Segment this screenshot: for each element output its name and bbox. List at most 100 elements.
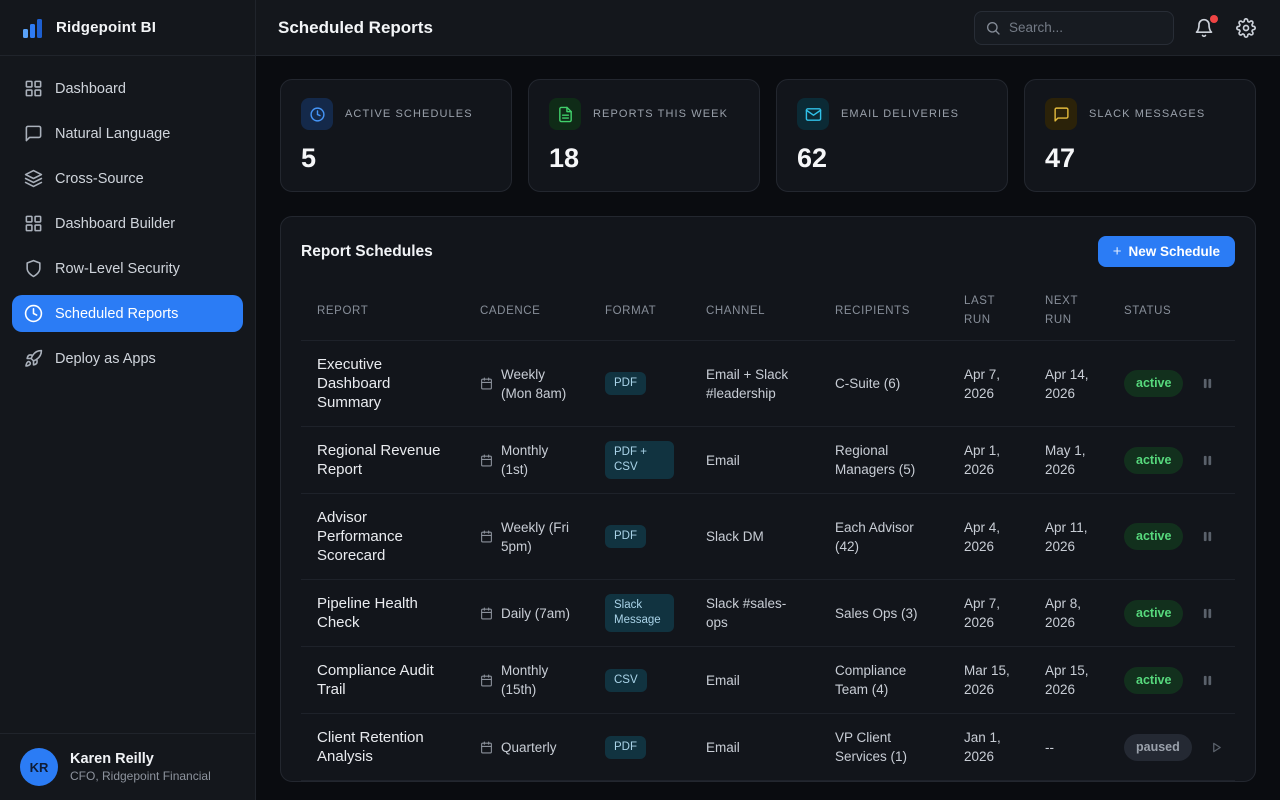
calendar-icon (480, 530, 493, 543)
calendar-icon (480, 674, 493, 687)
report-name: Executive Dashboard Summary (301, 341, 464, 426)
brand-name: Ridgepoint BI (56, 19, 156, 36)
stat-value: 62 (797, 143, 987, 174)
status-badge: active (1124, 600, 1183, 627)
search-icon (985, 20, 1001, 36)
stat-card-slack-messages: SLACK MESSAGES 47 (1024, 79, 1256, 192)
cadence-cell: Monthly (1st) (464, 427, 589, 493)
last-run-cell: Apr 7, 2026 (948, 351, 1029, 417)
stat-label: SLACK MESSAGES (1089, 108, 1205, 120)
stat-value: 5 (301, 143, 491, 174)
sidebar-item-label: Dashboard (55, 81, 126, 97)
sidebar-item-label: Deploy as Apps (55, 351, 156, 367)
sidebar-item-row-level-security[interactable]: Row-Level Security (12, 250, 243, 287)
calendar-icon (480, 607, 493, 620)
pause-button[interactable] (1200, 453, 1215, 468)
pause-button[interactable] (1200, 606, 1215, 621)
pause-button[interactable] (1200, 376, 1215, 391)
chat-icon (24, 124, 43, 143)
pause-button[interactable] (1200, 529, 1215, 544)
sidebar-nav: Dashboard Natural Language Cross-Source … (0, 56, 255, 385)
file-text-icon (549, 98, 581, 130)
next-run-cell: Apr 8, 2026 (1029, 580, 1108, 646)
sidebar-item-natural-language[interactable]: Natural Language (12, 115, 243, 152)
sidebar-item-scheduled-reports[interactable]: Scheduled Reports (12, 295, 243, 332)
sidebar-item-label: Natural Language (55, 126, 170, 142)
column-header-recipients: RECIPIENTS (819, 292, 948, 331)
panel-title: Report Schedules (301, 243, 433, 261)
table-row: Advisor Performance ScorecardWeekly (Fri… (301, 494, 1235, 580)
status-badge: active (1124, 667, 1183, 694)
pause-icon (1202, 531, 1213, 542)
last-run-cell: Apr 1, 2026 (948, 427, 1029, 493)
report-schedules-panel: Report Schedules + New Schedule REPORT C… (280, 216, 1256, 782)
stat-card-reports-this-week: REPORTS THIS WEEK 18 (528, 79, 760, 192)
sidebar: Ridgepoint BI Dashboard Natural Language… (0, 0, 256, 800)
gear-icon (1236, 18, 1256, 38)
clock-icon (24, 304, 43, 323)
stat-cards: ACTIVE SCHEDULES 5 REPORTS THIS WEEK 18 (280, 79, 1256, 192)
new-schedule-button[interactable]: + New Schedule (1098, 236, 1235, 267)
sidebar-item-label: Cross-Source (55, 171, 144, 187)
format-badge: PDF (605, 525, 646, 548)
table-header-row: REPORT CADENCE FORMAT CHANNEL RECIPIENTS… (301, 282, 1235, 341)
last-run-cell: Apr 7, 2026 (948, 580, 1029, 646)
pause-icon (1202, 608, 1213, 619)
user-profile[interactable]: KR Karen Reilly CFO, Ridgepoint Financia… (0, 733, 255, 800)
user-role: CFO, Ridgepoint Financial (70, 769, 211, 783)
column-header-format: FORMAT (589, 292, 690, 331)
report-name: Pipeline Health Check (301, 580, 464, 646)
report-name: Compliance Audit Trail (301, 647, 464, 713)
sidebar-item-deploy-as-apps[interactable]: Deploy as Apps (12, 340, 243, 377)
recipients-cell: Each Advisor (42) (819, 504, 948, 570)
last-run-cell: Mar 15, 2026 (948, 647, 1029, 713)
cadence-cell: Weekly (Fri 5pm) (464, 504, 589, 570)
recipients-cell: Sales Ops (3) (819, 590, 948, 637)
next-run-cell: Apr 11, 2026 (1029, 504, 1108, 570)
status-badge: active (1124, 523, 1183, 550)
column-header-channel: CHANNEL (690, 292, 819, 331)
sidebar-item-label: Row-Level Security (55, 261, 180, 277)
report-name: Client Retention Analysis (301, 714, 464, 780)
channel-cell: Email + Slack #leadership (690, 351, 819, 417)
column-header-next-run: NEXT RUN (1029, 282, 1108, 340)
grid-icon (24, 79, 43, 98)
settings-button[interactable] (1234, 16, 1258, 40)
stat-label: EMAIL DELIVERIES (841, 108, 959, 120)
sidebar-item-dashboard[interactable]: Dashboard (12, 70, 243, 107)
resume-button[interactable] (1209, 740, 1224, 755)
recipients-cell: Compliance Team (4) (819, 647, 948, 713)
table-row: Pipeline Health CheckDaily (7am)Slack Me… (301, 580, 1235, 647)
pause-icon (1202, 675, 1213, 686)
stat-value: 18 (549, 143, 739, 174)
page-title: Scheduled Reports (278, 18, 433, 38)
cadence-cell: Daily (7am) (464, 590, 589, 637)
stat-card-email-deliveries: EMAIL DELIVERIES 62 (776, 79, 1008, 192)
report-name: Advisor Performance Scorecard (301, 494, 464, 579)
channel-cell: Email (690, 657, 819, 704)
search-input[interactable] (1009, 20, 1163, 35)
next-run-cell: -- (1029, 724, 1108, 771)
last-run-cell: Apr 4, 2026 (948, 504, 1029, 570)
sidebar-item-cross-source[interactable]: Cross-Source (12, 160, 243, 197)
format-badge: PDF (605, 736, 646, 759)
pause-button[interactable] (1200, 673, 1215, 688)
next-run-cell: May 1, 2026 (1029, 427, 1108, 493)
avatar: KR (20, 748, 58, 786)
play-icon (1211, 742, 1222, 753)
brand: Ridgepoint BI (0, 0, 255, 56)
rocket-icon (24, 349, 43, 368)
table-row: Regional Revenue ReportMonthly (1st)PDF … (301, 427, 1235, 494)
last-run-cell: Jan 1, 2026 (948, 714, 1029, 780)
channel-cell: Email (690, 437, 819, 484)
recipients-cell: VP Client Services (1) (819, 714, 948, 780)
stat-label: ACTIVE SCHEDULES (345, 108, 473, 120)
stat-label: REPORTS THIS WEEK (593, 108, 728, 120)
message-icon (1045, 98, 1077, 130)
stat-card-active-schedules: ACTIVE SCHEDULES 5 (280, 79, 512, 192)
column-header-last-run: LAST RUN (948, 282, 1029, 340)
sidebar-item-dashboard-builder[interactable]: Dashboard Builder (12, 205, 243, 242)
notifications-button[interactable] (1192, 16, 1216, 40)
calendar-icon (480, 741, 493, 754)
sidebar-item-label: Dashboard Builder (55, 216, 175, 232)
